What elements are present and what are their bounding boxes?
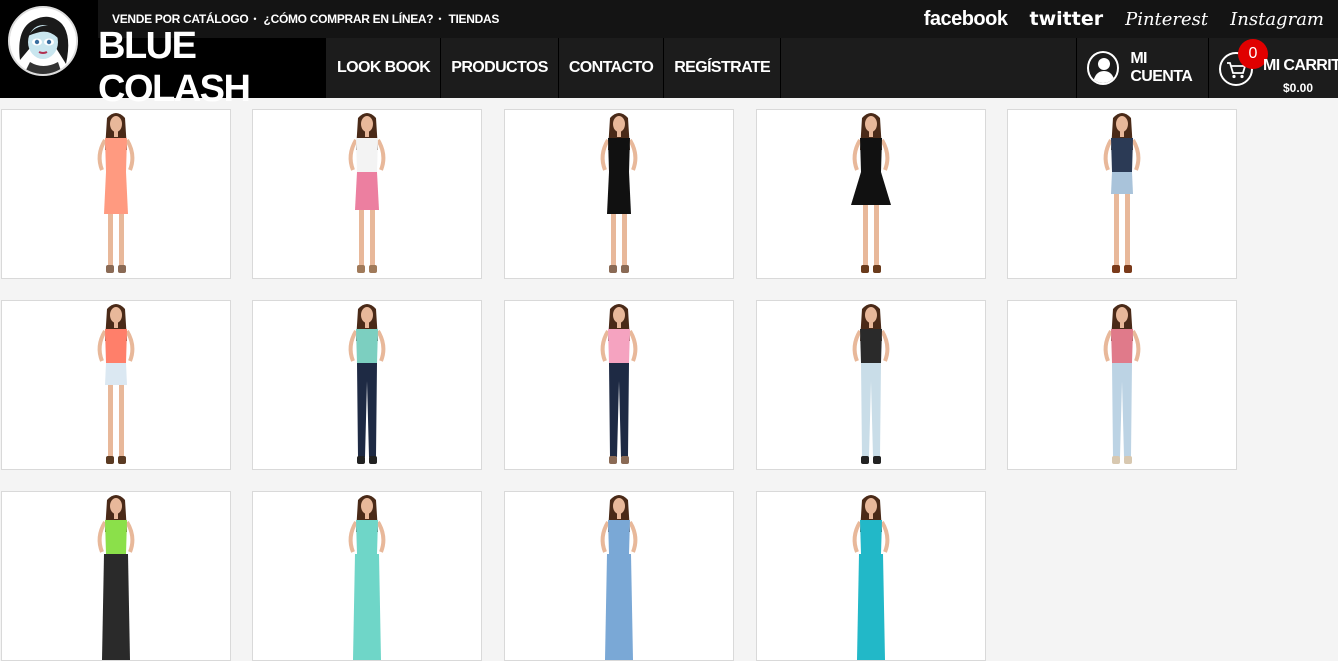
model-coral-dress-image bbox=[97, 113, 135, 273]
main-nav: LOOK BOOK PRODUCTOS CONTACTO REGÍSTRATE bbox=[327, 38, 782, 98]
product-card[interactable] bbox=[756, 491, 986, 661]
nav-registrate[interactable]: REGÍSTRATE bbox=[664, 38, 782, 98]
separator-dot: • bbox=[438, 14, 442, 24]
product-card[interactable] bbox=[1007, 300, 1237, 470]
product-card[interactable] bbox=[252, 491, 482, 661]
product-card[interactable] bbox=[504, 300, 734, 470]
my-account-button[interactable]: MI CUENTA bbox=[1076, 38, 1209, 98]
product-card[interactable] bbox=[252, 300, 482, 470]
link-stores[interactable]: TIENDAS bbox=[448, 12, 499, 26]
facebook-link[interactable]: facebook bbox=[924, 8, 1008, 31]
product-card[interactable] bbox=[756, 109, 986, 279]
brand-logo[interactable]: BLUE COLASH bbox=[98, 25, 326, 110]
logo-area[interactable] bbox=[0, 0, 98, 98]
product-card[interactable] bbox=[504, 491, 734, 661]
model-pink-crop-jeans-image bbox=[600, 304, 638, 464]
model-mint-stripe-jeans-image bbox=[348, 304, 386, 464]
nav-contacto[interactable]: CONTACTO bbox=[559, 38, 665, 98]
product-card[interactable] bbox=[1, 109, 231, 279]
nav-look-book[interactable]: LOOK BOOK bbox=[327, 38, 442, 98]
product-card[interactable] bbox=[1, 491, 231, 661]
product-card[interactable] bbox=[252, 109, 482, 279]
model-denim-jacket-image bbox=[600, 495, 638, 660]
brand-mascot-avatar[interactable] bbox=[8, 6, 78, 76]
cart-button[interactable]: 0 MI CARRITO $0.00 bbox=[1208, 38, 1338, 98]
social-links: facebook twitter Pinterest Instagram bbox=[924, 0, 1324, 38]
model-print-top-lightjeans-image bbox=[1103, 304, 1141, 464]
model-floral-top-lightjeans-image bbox=[852, 304, 890, 464]
model-floral-denim-shorts-image bbox=[1103, 113, 1141, 273]
twitter-link[interactable]: twitter bbox=[1030, 8, 1104, 30]
model-turquoise-top-vest-image bbox=[852, 495, 890, 660]
link-how-to-buy[interactable]: ¿CÓMO COMPRAR EN LÍNEA? bbox=[264, 12, 434, 26]
instagram-link[interactable]: Instagram bbox=[1230, 9, 1324, 30]
product-card[interactable] bbox=[756, 300, 986, 470]
model-black-skater-dress-image bbox=[851, 113, 891, 273]
separator-dot: • bbox=[253, 14, 257, 24]
model-neon-print-top-image bbox=[97, 495, 135, 660]
pinterest-link[interactable]: Pinterest bbox=[1125, 9, 1208, 30]
model-black-dress-image bbox=[600, 113, 638, 273]
model-mint-dress-image bbox=[348, 495, 386, 660]
model-coral-top-shorts-image bbox=[97, 304, 135, 464]
cart-total: $0.00 bbox=[1283, 81, 1314, 95]
model-peplum-skirt-image bbox=[348, 113, 386, 273]
product-card[interactable] bbox=[1007, 109, 1237, 279]
user-icon bbox=[1087, 51, 1120, 85]
account-label: MI CUENTA bbox=[1130, 50, 1193, 85]
product-card[interactable] bbox=[504, 109, 734, 279]
cart-label: MI CARRITO bbox=[1263, 57, 1338, 74]
nav-productos[interactable]: PRODUCTOS bbox=[441, 38, 559, 98]
product-card[interactable] bbox=[1, 300, 231, 470]
link-sell-by-catalog[interactable]: VENDE POR CATÁLOGO bbox=[112, 12, 249, 26]
